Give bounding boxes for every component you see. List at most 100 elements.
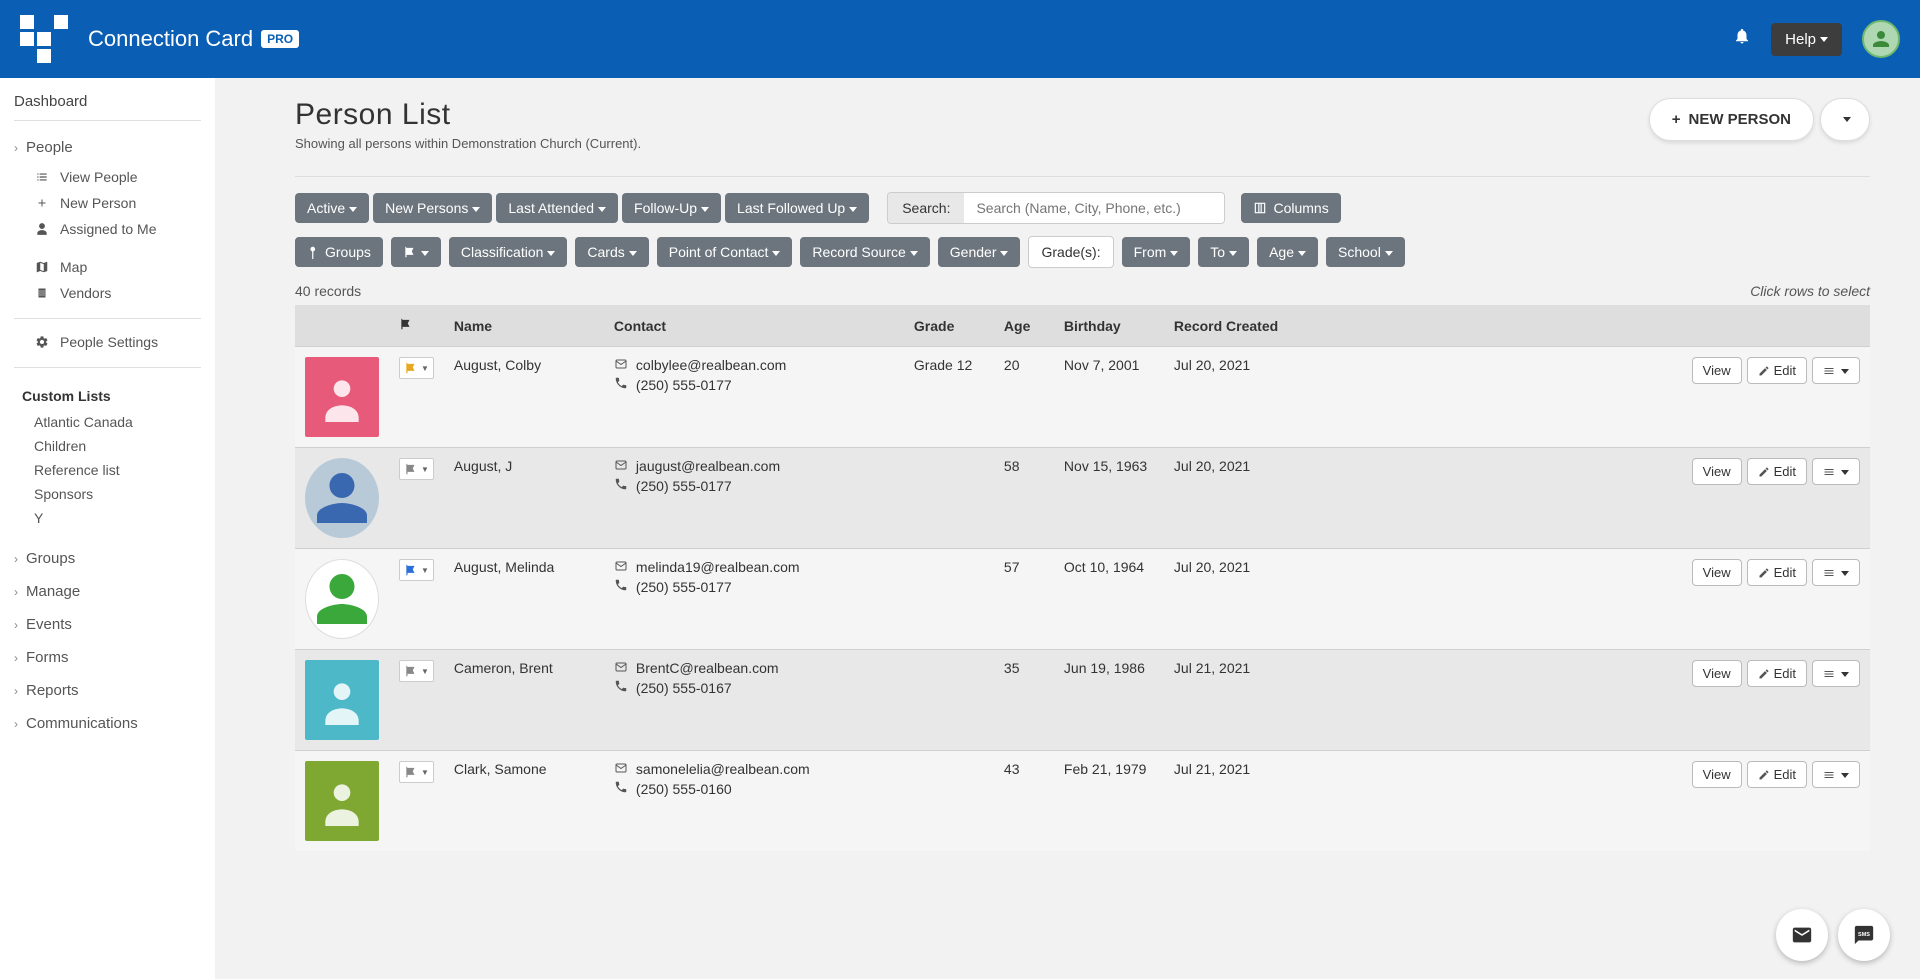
edit-button[interactable]: Edit xyxy=(1747,458,1807,485)
chevron-down-icon xyxy=(1839,111,1851,129)
flag-dropdown[interactable]: ▼ xyxy=(399,559,434,581)
view-button[interactable]: View xyxy=(1692,660,1742,687)
custom-list-item[interactable]: Sponsors xyxy=(0,482,215,506)
pencil-icon xyxy=(1758,365,1770,377)
sidebar-section[interactable]: ›Communications xyxy=(0,707,215,740)
edit-button[interactable]: Edit xyxy=(1747,660,1807,687)
new-person-button[interactable]: + NEW PERSON xyxy=(1649,98,1814,141)
sidebar-people-settings[interactable]: People Settings xyxy=(0,329,215,355)
edit-button[interactable]: Edit xyxy=(1747,357,1807,384)
table-row[interactable]: ▼August, Melindamelinda19@realbean.com(2… xyxy=(295,549,1870,650)
filter-groups[interactable]: Groups xyxy=(295,237,383,267)
sidebar-section[interactable]: ›Forms xyxy=(0,641,215,674)
table-header[interactable]: Record Created xyxy=(1164,305,1304,347)
pencil-icon xyxy=(1758,668,1770,680)
help-label: Help xyxy=(1785,31,1816,48)
sidebar-section[interactable]: ›Manage xyxy=(0,575,215,608)
flag-dropdown[interactable]: ▼ xyxy=(399,761,434,783)
view-button[interactable]: View xyxy=(1692,458,1742,485)
new-person-dropdown[interactable] xyxy=(1820,98,1870,141)
table-header[interactable]: Name xyxy=(444,305,604,347)
sidebar-people[interactable]: › People xyxy=(0,131,215,164)
custom-list-item[interactable]: Atlantic Canada xyxy=(0,410,215,434)
envelope-icon xyxy=(614,559,628,575)
contact-cell: samonelelia@realbean.com(250) 555-0160 xyxy=(604,751,904,852)
more-button[interactable] xyxy=(1812,559,1860,586)
sidebar-section[interactable]: ›Events xyxy=(0,608,215,641)
search-input[interactable] xyxy=(964,193,1224,223)
filter-button[interactable]: Gender xyxy=(938,237,1021,267)
flag-icon xyxy=(404,462,418,476)
table-header[interactable]: Birthday xyxy=(1054,305,1164,347)
flag-dropdown[interactable]: ▼ xyxy=(399,357,434,379)
flag-dropdown[interactable]: ▼ xyxy=(399,660,434,682)
more-button[interactable] xyxy=(1812,458,1860,485)
page-subtitle: Showing all persons within Demonstration… xyxy=(295,136,641,151)
more-button[interactable] xyxy=(1812,660,1860,687)
age-cell: 58 xyxy=(994,448,1054,549)
columns-button[interactable]: Columns xyxy=(1241,193,1340,223)
email-float-button[interactable] xyxy=(1776,909,1828,961)
custom-list-item[interactable]: Y xyxy=(0,506,215,530)
contact-cell: BrentC@realbean.com(250) 555-0167 xyxy=(604,650,904,751)
actions-cell: ViewEdit xyxy=(1304,549,1870,650)
sidebar-new-person[interactable]: New Person xyxy=(0,190,215,216)
filter-button[interactable]: To xyxy=(1198,237,1249,267)
pro-badge: PRO xyxy=(261,30,299,48)
filter-button[interactable]: Age xyxy=(1257,237,1318,267)
filter-button[interactable]: Classification xyxy=(449,237,567,267)
table-row[interactable]: ▼August, Colbycolbylee@realbean.com(250)… xyxy=(295,347,1870,448)
table-row[interactable]: ▼August, Jjaugust@realbean.com(250) 555-… xyxy=(295,448,1870,549)
flag-dropdown[interactable]: ▼ xyxy=(399,458,434,480)
view-button[interactable]: View xyxy=(1692,357,1742,384)
filter-button[interactable]: Last Attended xyxy=(496,193,618,223)
filter-button[interactable]: Cards xyxy=(575,237,648,267)
age-cell: 43 xyxy=(994,751,1054,852)
filter-row-2: Groups Classification Cards Point of Conta… xyxy=(295,236,1870,268)
sidebar-vendors[interactable]: Vendors xyxy=(0,280,215,306)
table-row[interactable]: ▼Cameron, BrentBrentC@realbean.com(250) … xyxy=(295,650,1870,751)
filter-button[interactable]: School xyxy=(1326,237,1405,267)
sidebar-map[interactable]: Map xyxy=(0,254,215,280)
more-button[interactable] xyxy=(1812,357,1860,384)
edit-button[interactable]: Edit xyxy=(1747,559,1807,586)
filter-button[interactable]: Active xyxy=(295,193,369,223)
key-icon xyxy=(307,245,321,259)
chevron-down-icon xyxy=(996,244,1008,260)
chevron-down-icon: ▼ xyxy=(421,364,429,373)
more-button[interactable] xyxy=(1812,761,1860,788)
pencil-icon xyxy=(1758,769,1770,781)
filter-button[interactable]: New Persons xyxy=(373,193,492,223)
chevron-down-icon xyxy=(417,244,429,260)
filter-button[interactable]: Record Source xyxy=(800,237,929,267)
custom-list-item[interactable]: Reference list xyxy=(0,458,215,482)
filter-button[interactable]: Last Followed Up xyxy=(725,193,869,223)
notifications-icon[interactable] xyxy=(1733,27,1751,51)
sidebar-view-people[interactable]: View People xyxy=(0,164,215,190)
filter-button[interactable]: Point of Contact xyxy=(657,237,793,267)
age-cell: 20 xyxy=(994,347,1054,448)
table-header[interactable]: Contact xyxy=(604,305,904,347)
sidebar-assigned-to-me[interactable]: Assigned to Me xyxy=(0,216,215,242)
edit-button[interactable]: Edit xyxy=(1747,761,1807,788)
sidebar-dashboard[interactable]: Dashboard xyxy=(0,93,215,120)
filter-flag[interactable] xyxy=(391,237,441,267)
columns-icon xyxy=(1253,201,1267,215)
chevron-down-icon xyxy=(625,244,637,260)
filter-button[interactable]: From xyxy=(1122,237,1191,267)
sms-float-button[interactable]: SMS xyxy=(1838,909,1890,961)
filter-button[interactable]: Follow-Up xyxy=(622,193,721,223)
sidebar-section[interactable]: ›Groups xyxy=(0,542,215,575)
table-header[interactable]: Age xyxy=(994,305,1054,347)
view-button[interactable]: View xyxy=(1692,559,1742,586)
view-button[interactable]: View xyxy=(1692,761,1742,788)
table-header[interactable]: Grade xyxy=(904,305,994,347)
custom-list-item[interactable]: Children xyxy=(0,434,215,458)
help-button[interactable]: Help xyxy=(1771,23,1842,56)
list-icon xyxy=(34,170,50,184)
user-avatar[interactable] xyxy=(1862,20,1900,58)
actions-cell: ViewEdit xyxy=(1304,650,1870,751)
flag-cell-td: ▼ xyxy=(389,650,444,751)
table-row[interactable]: ▼Clark, Samonesamonelelia@realbean.com(2… xyxy=(295,751,1870,852)
sidebar-section[interactable]: ›Reports xyxy=(0,674,215,707)
